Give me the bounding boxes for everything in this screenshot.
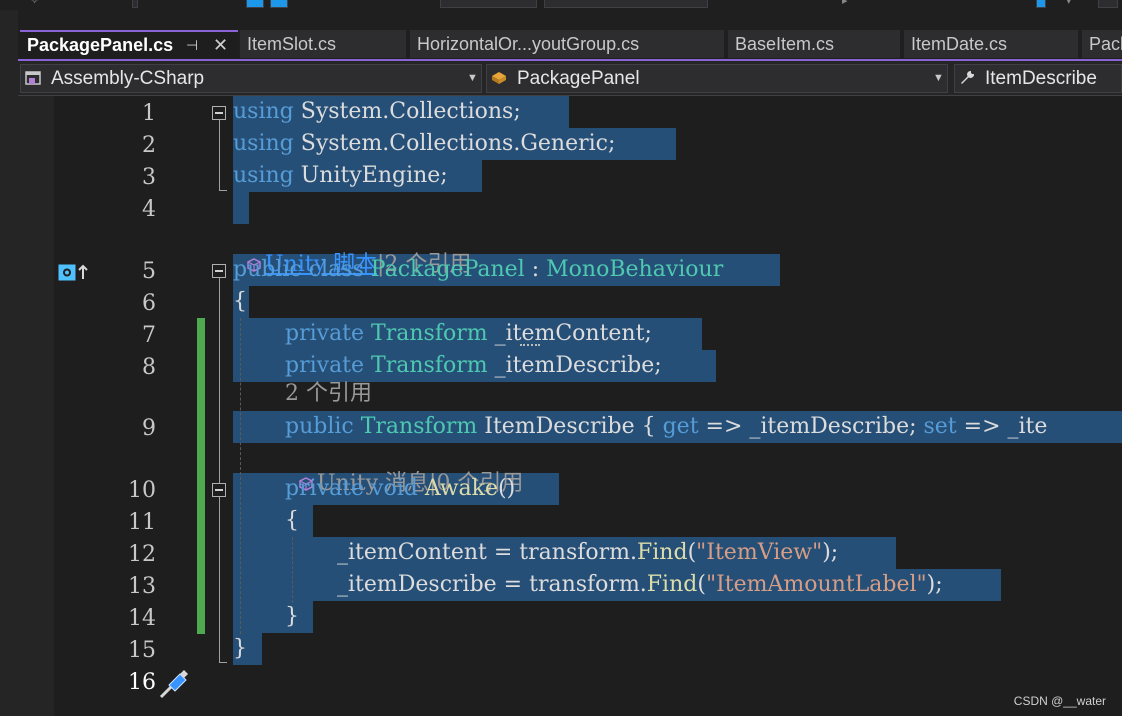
tab-label: Pack	[1089, 34, 1122, 54]
toolbar-icon[interactable]: ▸	[842, 0, 848, 7]
toolbar-separator	[132, 0, 138, 8]
close-icon[interactable]: ✕	[213, 32, 228, 58]
type-dropdown[interactable]: PackagePanel ▼	[486, 64, 948, 93]
line-number: 9	[142, 416, 156, 441]
line-number: 7	[142, 323, 156, 348]
tab-pack[interactable]: Pack	[1082, 30, 1122, 58]
chevron-down-icon[interactable]: ▾	[1066, 0, 1072, 7]
line-number: 5	[142, 259, 156, 284]
codelens-property[interactable]: 2 个引用	[285, 380, 372, 408]
tab-packagepanel[interactable]: PackagePanel.cs ⊣ ✕	[20, 30, 238, 58]
member-dropdown[interactable]: ItemDescribe	[954, 64, 1122, 93]
tab-label: HorizontalOr...youtGroup.cs	[417, 34, 640, 54]
code-line: using System.Collections.Generic;	[233, 131, 616, 156]
code-line: {	[285, 508, 299, 533]
code-line: }	[233, 636, 247, 661]
tab-label: BaseItem.cs	[735, 34, 835, 54]
tab-label: ItemDate.cs	[911, 34, 1008, 54]
tab-baseitem[interactable]: BaseItem.cs	[728, 30, 900, 58]
chevron-down-icon: ▼	[467, 72, 478, 84]
line-number: 3	[142, 165, 156, 190]
member-label: ItemDescribe	[985, 68, 1097, 89]
tab-label: PackagePanel.cs	[27, 35, 174, 55]
code-line: private Transform _itemDescribe;	[285, 353, 662, 378]
code-line: _itemDescribe = transform.Find("ItemAmou…	[337, 572, 943, 597]
toolbar-icon[interactable]	[1098, 0, 1118, 8]
line-number: 14	[128, 606, 156, 631]
tab-itemdate[interactable]: ItemDate.cs	[904, 30, 1078, 58]
tab-label: ItemSlot.cs	[247, 34, 337, 54]
project-label: Assembly-CSharp	[51, 68, 205, 89]
code-line: {	[233, 289, 247, 314]
tab-itemslot[interactable]: ItemSlot.cs	[240, 30, 406, 58]
toolbar-icon[interactable]	[246, 0, 264, 8]
code-line: using System.Collections;	[233, 99, 521, 124]
code-line: using UnityEngine;	[233, 163, 448, 188]
project-dropdown[interactable]: Assembly-CSharp ▼	[20, 64, 482, 93]
watermark: CSDN @__water	[1013, 694, 1106, 708]
suggestion-dots[interactable]	[520, 344, 540, 348]
line-number: 4	[142, 197, 156, 222]
navigation-bar: Assembly-CSharp ▼ PackagePanel ▼ ItemDes…	[18, 61, 1122, 96]
toolbar-dropdown[interactable]	[544, 0, 708, 8]
code-line: private Transform _itemContent;	[285, 321, 652, 346]
toolbar-dropdown[interactable]	[440, 0, 537, 8]
line-number: 16	[128, 670, 156, 695]
code-line: private void Awake()	[285, 476, 516, 501]
wrench-icon	[961, 70, 975, 84]
line-number: 6	[142, 291, 156, 316]
toolbar-icon[interactable]: ✧	[30, 0, 39, 7]
type-label: PackagePanel	[517, 68, 640, 89]
line-number: 10	[128, 478, 156, 503]
toolbar-strip: ✧ ▸ ▾	[0, 0, 1122, 10]
quick-actions-icon[interactable]	[158, 668, 190, 700]
project-icon	[25, 71, 41, 85]
line-number: 11	[128, 510, 156, 535]
class-icon	[492, 72, 506, 84]
code-line: public class PackagePanel : MonoBehaviou…	[233, 257, 724, 282]
code-line: public Transform ItemDescribe { get => _…	[285, 414, 1048, 439]
line-number: 12	[128, 542, 156, 567]
pin-icon[interactable]: ⊣	[186, 32, 198, 58]
chevron-down-icon: ▼	[933, 72, 944, 84]
tab-horizontallayoutgroup[interactable]: HorizontalOr...youtGroup.cs	[410, 30, 724, 58]
line-number: 1	[142, 101, 156, 126]
code-line: _itemContent = transform.Find("ItemView"…	[337, 540, 839, 565]
toolbar-icon[interactable]	[270, 0, 288, 8]
line-number: 2	[142, 133, 156, 158]
code-line: }	[285, 604, 299, 629]
line-number: 13	[128, 574, 156, 599]
toolbar-icon[interactable]	[1036, 0, 1046, 8]
line-number: 15	[128, 638, 156, 663]
line-number: 8	[142, 355, 156, 380]
